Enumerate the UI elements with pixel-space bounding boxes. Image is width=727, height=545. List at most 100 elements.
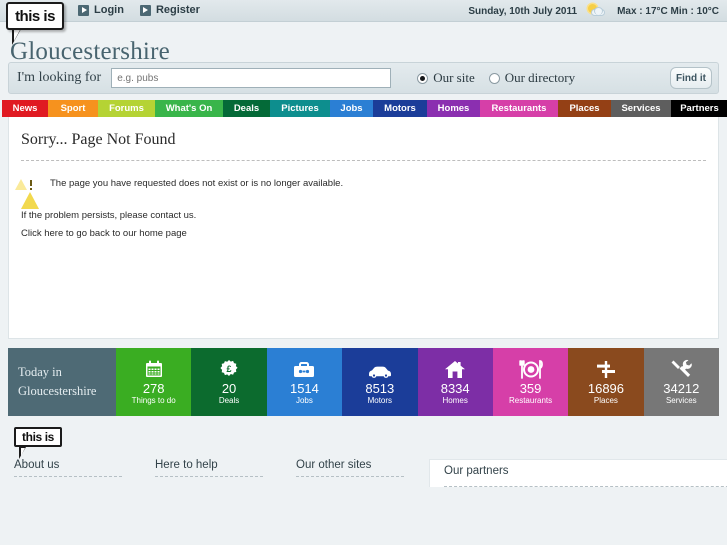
nav-item-news[interactable]: News — [2, 100, 48, 117]
today-tile-places[interactable]: 16896 Places — [568, 348, 644, 416]
footer-title-about-us[interactable]: About us — [14, 459, 141, 476]
radio-our-site-control[interactable] — [417, 72, 429, 84]
search-scope-radios: Our site Our directory — [417, 70, 575, 86]
radio-our-site[interactable]: Our site — [417, 70, 475, 86]
radio-our-site-label: Our site — [433, 70, 475, 85]
tile-count: 278 — [142, 381, 165, 397]
nav-item-sport[interactable]: Sport — [48, 100, 98, 117]
house-icon — [444, 357, 466, 379]
footer-rule — [444, 486, 727, 487]
footer-columns: About us Here to help Our other sites Ou… — [0, 459, 727, 487]
nav-item-motors[interactable]: Motors — [373, 100, 427, 117]
home-page-line[interactable]: Click here to go back to our home page — [21, 228, 706, 239]
tile-name: Jobs — [295, 396, 313, 406]
tile-count: 8513 — [365, 381, 395, 397]
contact-us-line[interactable]: If the problem persists, please contact … — [21, 210, 706, 221]
today-tile-restaurants[interactable]: 359 Restaurants — [492, 348, 569, 416]
today-tile-homes[interactable]: 8334 Homes — [417, 348, 493, 416]
footer-logo-text: this is — [22, 430, 54, 444]
footer-column-our-other-sites: Our other sites — [282, 459, 423, 487]
tile-name: Homes — [442, 396, 468, 406]
tile-count: 1514 — [289, 381, 319, 397]
divider — [21, 160, 706, 161]
footer-column-here-to-help: Here to help — [141, 459, 282, 487]
login-link[interactable]: Login — [78, 4, 124, 16]
briefcase-icon — [293, 357, 315, 379]
register-link[interactable]: Register — [139, 4, 200, 16]
today-tile-services[interactable]: 34212 Services — [643, 348, 719, 416]
radio-our-directory[interactable]: Our directory — [488, 70, 576, 86]
page-root: this is Login Register Sunday, 10th July… — [0, 0, 727, 545]
register-label: Register — [155, 4, 200, 16]
car-icon — [367, 357, 393, 379]
nav-item-deals[interactable]: Deals — [223, 100, 270, 117]
page-title: Sorry... Page Not Found — [21, 131, 176, 148]
footer-title-here-to-help[interactable]: Here to help — [155, 459, 282, 476]
footer-rule — [14, 476, 122, 477]
tile-count: 359 — [519, 381, 542, 397]
login-label: Login — [94, 4, 124, 16]
find-it-button[interactable]: Find it — [670, 67, 712, 89]
pound-badge-icon: £ — [219, 357, 239, 379]
logo-speech-tail — [12, 29, 21, 45]
top-bar: this is Login Register Sunday, 10th July… — [0, 0, 727, 45]
nav-item-what-s-on[interactable]: What's On — [155, 100, 223, 117]
this-is-logo[interactable]: this is — [6, 2, 64, 30]
nav-item-places[interactable]: Places — [558, 100, 611, 117]
tile-count: 34212 — [663, 381, 700, 397]
radio-our-directory-label: Our directory — [504, 70, 576, 85]
footer-column-about-us: About us — [0, 459, 141, 487]
sun-behind-cloud-icon — [587, 4, 607, 18]
top-links: Login Register — [78, 4, 200, 16]
nav-item-forums[interactable]: Forums — [98, 100, 155, 117]
tile-count: 8334 — [440, 381, 470, 397]
exclamation-mark — [29, 180, 32, 190]
nav-item-services[interactable]: Services — [611, 100, 671, 117]
footer: this is About us Here to help Our other … — [0, 425, 727, 487]
nav-item-jobs[interactable]: Jobs — [330, 100, 373, 117]
today-tile-jobs[interactable]: 1514 Jobs — [266, 348, 343, 416]
signpost-icon — [595, 357, 617, 379]
warning-triangle-icon — [21, 175, 40, 209]
error-message: The page you have requested does not exi… — [50, 178, 344, 189]
nav-item-partners[interactable]: Partners — [671, 100, 727, 117]
footer-rule — [155, 476, 263, 477]
calendar-icon — [144, 357, 164, 379]
tile-count: 20 — [221, 381, 237, 397]
main-navigation: News Sport Forums What's On Deals Pictures Job… — [2, 100, 727, 117]
footer-partners-panel: Our partners — [429, 459, 727, 487]
cutlery-plate-icon — [518, 357, 544, 380]
svg-text:£: £ — [227, 364, 232, 374]
tile-name: Motors — [367, 396, 393, 406]
error-notice: The page you have requested does not exi… — [21, 175, 706, 209]
temperature-readout: Max : 17°C Min : 10°C — [617, 5, 719, 17]
nav-item-homes[interactable]: Homes — [427, 100, 480, 117]
this-is-logo-text: this is — [15, 7, 55, 25]
cloud-shape — [591, 7, 606, 16]
masthead: Gloucestershire — [0, 22, 727, 65]
today-label: Today in Gloucestershire — [8, 348, 116, 416]
tile-name: Places — [593, 396, 618, 406]
footer-rule — [296, 476, 404, 477]
current-date: Sunday, 10th July 2011 — [468, 5, 578, 17]
footer-title-our-partners[interactable]: Our partners — [444, 465, 727, 482]
nav-item-pictures[interactable]: Pictures — [270, 100, 330, 117]
tile-name: Things to do — [131, 396, 176, 406]
top-right-info: Sunday, 10th July 2011 Max : 17°C Min : … — [468, 4, 719, 18]
footer-logo-speech-tail — [19, 447, 26, 459]
play-icon — [78, 4, 89, 16]
radio-our-directory-control[interactable] — [488, 72, 500, 84]
today-tile-motors[interactable]: 8513 Motors — [342, 348, 418, 416]
tile-count: 16896 — [587, 381, 625, 397]
today-tile-things-to-do[interactable]: 278 Things to do — [116, 348, 192, 416]
play-icon — [139, 4, 151, 16]
search-bar: I'm looking for Our site Our directory F… — [8, 62, 719, 94]
nav-item-restaurants[interactable]: Restaurants — [480, 100, 558, 117]
today-tile-deals[interactable]: £20 Deals — [191, 348, 267, 416]
search-input[interactable] — [111, 68, 392, 88]
footer-this-is-logo[interactable]: this is — [14, 427, 62, 447]
main-content: Sorry... Page Not Found The page you hav… — [8, 117, 719, 339]
footer-title-our-other-sites[interactable]: Our other sites — [296, 459, 423, 476]
today-label-line1: Today in — [18, 364, 62, 379]
tools-icon — [670, 357, 693, 379]
